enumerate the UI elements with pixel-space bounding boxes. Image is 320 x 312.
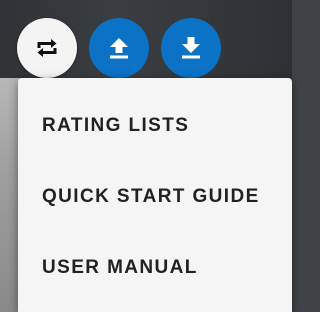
menu-item-user-manual[interactable]: USER MANUAL xyxy=(18,244,292,292)
page-background-strip xyxy=(0,78,20,312)
download-icon xyxy=(182,37,200,59)
swap-arrows-icon xyxy=(37,39,57,57)
menu-item-rating-lists[interactable]: RATING LISTS xyxy=(18,102,292,150)
download-button[interactable] xyxy=(161,18,221,78)
toolbar xyxy=(17,18,237,80)
dropdown-menu: RATING LISTS QUICK START GUIDE USER MANU… xyxy=(18,78,292,312)
swap-button[interactable] xyxy=(17,18,77,78)
upload-button[interactable] xyxy=(89,18,149,78)
menu-item-quick-start-guide[interactable]: QUICK START GUIDE xyxy=(18,173,292,221)
upload-icon xyxy=(110,38,128,59)
